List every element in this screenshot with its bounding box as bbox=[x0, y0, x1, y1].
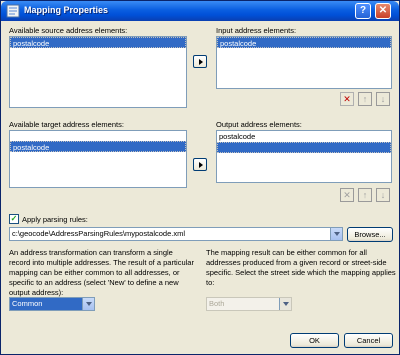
ok-button[interactable]: OK bbox=[290, 333, 339, 348]
target-listbox[interactable]: postalcode bbox=[9, 130, 187, 188]
mapping-description: An address transformation can transform … bbox=[9, 248, 194, 297]
delete-x-icon[interactable]: ✕ bbox=[340, 188, 354, 202]
close-button[interactable]: ✕ bbox=[375, 3, 391, 19]
app-icon bbox=[6, 4, 20, 18]
source-listbox[interactable]: postalcode bbox=[9, 36, 187, 108]
chevron-down-icon[interactable] bbox=[330, 228, 342, 240]
add-input-button[interactable] bbox=[193, 55, 207, 68]
output-listbox[interactable]: postalcode bbox=[216, 130, 392, 183]
up-arrow-icon[interactable]: ↑ bbox=[358, 188, 372, 202]
apply-parsing-checkbox[interactable]: ✓ bbox=[9, 214, 19, 224]
target-list-label: Available target address elements: bbox=[9, 120, 124, 129]
down-arrow-icon[interactable]: ↓ bbox=[376, 92, 390, 106]
mapping-properties-dialog: Mapping Properties ? ✕ Available source … bbox=[0, 0, 400, 355]
side-description: The mapping result can be either common … bbox=[206, 248, 396, 287]
list-item[interactable]: postalcode bbox=[10, 141, 186, 152]
down-arrow-icon[interactable]: ↓ bbox=[376, 188, 390, 202]
list-item[interactable] bbox=[217, 142, 391, 153]
list-item[interactable]: postalcode bbox=[217, 131, 391, 142]
parsing-file-field[interactable]: c:\geocode\AddressParsingRules\mypostalc… bbox=[9, 227, 343, 241]
up-arrow-icon[interactable]: ↑ bbox=[358, 92, 372, 106]
chevron-down-icon[interactable] bbox=[279, 298, 291, 310]
help-button[interactable]: ? bbox=[355, 3, 371, 19]
title-bar[interactable]: Mapping Properties ? ✕ bbox=[1, 1, 399, 21]
list-item[interactable]: postalcode bbox=[217, 37, 391, 48]
cancel-button[interactable]: Cancel bbox=[344, 333, 393, 348]
source-list-label: Available source address elements: bbox=[9, 26, 128, 35]
chevron-down-icon[interactable] bbox=[82, 298, 94, 310]
browse-button[interactable]: Browse... bbox=[347, 227, 393, 242]
apply-parsing-label: Apply parsing rules: bbox=[22, 215, 88, 224]
input-listbox[interactable]: postalcode bbox=[216, 36, 392, 89]
list-item[interactable]: postalcode bbox=[10, 37, 186, 48]
delete-x-icon[interactable]: ✕ bbox=[340, 92, 354, 106]
window-title: Mapping Properties bbox=[24, 5, 109, 15]
add-output-button[interactable] bbox=[193, 158, 207, 171]
output-list-label: Output address elements: bbox=[216, 120, 302, 129]
input-list-label: Input address elements: bbox=[216, 26, 297, 35]
